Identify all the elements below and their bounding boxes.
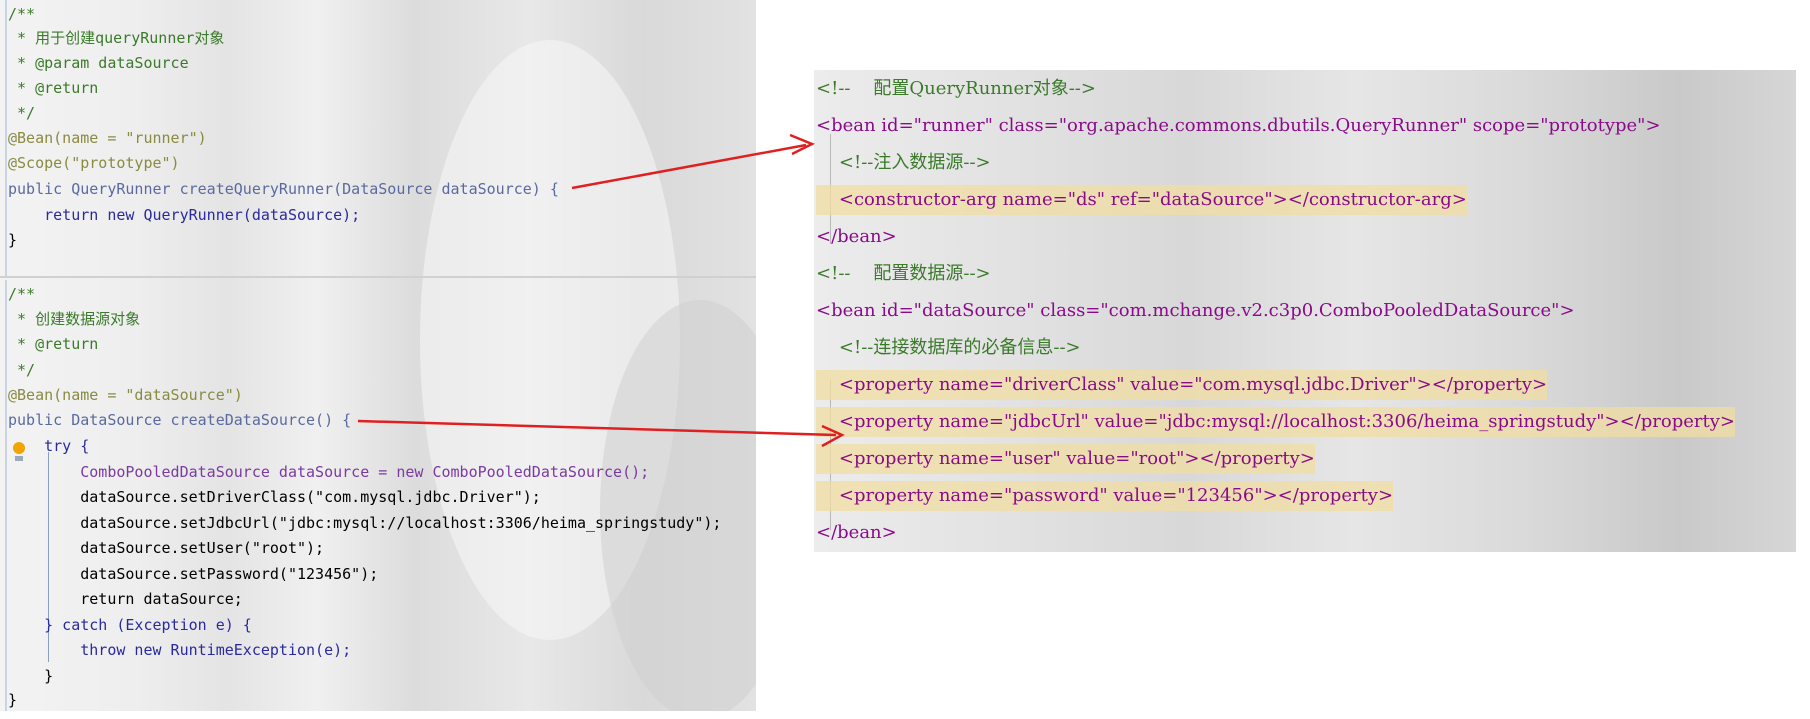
code-line: } — [8, 667, 54, 685]
code-line: } — [8, 691, 18, 709]
xml-config-panel: <!-- 配置QueryRunner对象--> <bean id="runner… — [814, 70, 1796, 552]
xml-line: </bean> — [816, 226, 897, 247]
code-line: dataSource.setUser("root"); — [8, 539, 325, 557]
gutter-line — [5, 280, 7, 711]
xml-line: <property name="password" value="123456"… — [816, 481, 1394, 511]
xml-line: <property name="user" value="root"></pro… — [816, 444, 1315, 474]
code-line: dataSource.setDriverClass("com.mysql.jdb… — [8, 488, 541, 506]
code-line: return new QueryRunner(dataSource); — [8, 206, 361, 224]
xml-line: <!-- 配置数据源--> — [816, 263, 991, 284]
code-line: */ — [8, 104, 36, 122]
code-line: public DataSource createDataSource() { — [8, 411, 352, 429]
code-line: @Bean(name = "dataSource") — [8, 386, 243, 404]
xml-line: </bean> — [816, 522, 897, 543]
code-line: return dataSource; — [8, 590, 243, 608]
code-line: * @return — [8, 335, 99, 353]
code-line: } catch (Exception e) { — [8, 616, 252, 634]
xml-line: <constructor-arg name="ds" ref="dataSour… — [816, 185, 1467, 215]
code-line: ComboPooledDataSource dataSource = new C… — [8, 463, 650, 481]
arrow-runner-head — [789, 133, 816, 156]
code-line: * @param dataSource — [8, 54, 189, 72]
xml-line: <!--连接数据库的必备信息--> — [816, 337, 1081, 358]
code-line: public QueryRunner createQueryRunner(Dat… — [8, 180, 559, 198]
code-line: dataSource.setPassword("123456"); — [8, 565, 379, 583]
code-line: } — [8, 231, 18, 249]
code-line: */ — [8, 361, 36, 379]
code-line: @Bean(name = "runner") — [8, 129, 207, 147]
xml-line: <property name="driverClass" value="com.… — [816, 370, 1548, 400]
code-line: /** — [8, 285, 36, 303]
code-line: @Scope("prototype") — [8, 154, 180, 172]
code-line: * @return — [8, 79, 99, 97]
gutter-line — [5, 0, 7, 276]
code-line: /** — [8, 5, 36, 23]
code-block-separator — [0, 276, 756, 278]
xml-line: <!--注入数据源--> — [816, 152, 991, 173]
code-line: throw new RuntimeException(e); — [8, 641, 352, 659]
code-line: * 用于创建queryRunner对象 — [8, 29, 225, 47]
java-code-panel: /** * 用于创建queryRunner对象 * @param dataSou… — [0, 0, 756, 711]
xml-line: <bean id="runner" class="org.apache.comm… — [816, 115, 1661, 136]
xml-line: <!-- 配置QueryRunner对象--> — [816, 78, 1096, 99]
xml-line: <property name="jdbcUrl" value="jdbc:mys… — [816, 407, 1735, 437]
code-line: dataSource.setJdbcUrl("jdbc:mysql://loca… — [8, 514, 722, 532]
code-line: try { — [8, 437, 90, 455]
xml-line: <bean id="dataSource" class="com.mchange… — [816, 300, 1575, 321]
code-line: * 创建数据源对象 — [8, 310, 141, 328]
